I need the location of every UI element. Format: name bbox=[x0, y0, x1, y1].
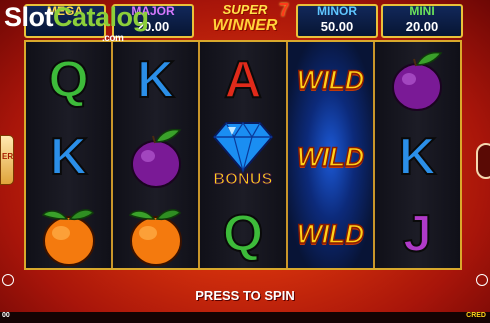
reel-1: QK bbox=[26, 42, 112, 268]
jackpot-mini-value: 20.00 bbox=[405, 19, 439, 34]
symbol-wild: WILD bbox=[288, 119, 373, 195]
symbol-letter-k: K bbox=[375, 119, 460, 195]
bottom-left-text: 00 bbox=[2, 312, 10, 319]
jackpot-mini-name: MINI bbox=[409, 4, 435, 18]
bonus-symbol: BONUS bbox=[200, 119, 285, 195]
watermark-com: .com bbox=[102, 33, 124, 44]
symbol-bonus-diamond: BONUS bbox=[200, 119, 285, 195]
jackpot-mini: MINI 20.00 bbox=[381, 4, 463, 38]
symbol-text: K bbox=[49, 128, 89, 186]
jackpot-minor: MINOR 50.00 bbox=[296, 4, 378, 38]
symbol-letter-q: Q bbox=[26, 42, 111, 118]
wild-label: WILD bbox=[296, 141, 365, 173]
side-feature-badge-text: ER bbox=[2, 152, 14, 161]
symbol-letter-j: J bbox=[375, 196, 460, 272]
reel-4: WILD WILD WILD bbox=[285, 42, 373, 268]
side-spin-button[interactable] bbox=[476, 143, 490, 179]
watermark-catalog: Catalog bbox=[53, 2, 149, 32]
watermark-slot: Slot bbox=[4, 2, 54, 32]
symbol-text: A bbox=[223, 51, 263, 109]
symbol-wild: WILD bbox=[288, 196, 373, 272]
reel-3: A BONUS Q bbox=[198, 42, 286, 268]
symbol-text: Q bbox=[47, 51, 89, 109]
symbol-orange-icon bbox=[113, 196, 198, 272]
game-stage: SlotCatalog .com MEGA MAJOR 20.00 SUPER … bbox=[0, 0, 490, 323]
bonus-label: BONUS bbox=[213, 171, 273, 189]
reel-2: K bbox=[111, 42, 199, 268]
game-logo: SUPER WINNER 7 bbox=[199, 0, 291, 40]
symbol-letter-a: A bbox=[200, 42, 285, 118]
symbol-text: K bbox=[398, 128, 438, 186]
wild-label: WILD bbox=[296, 64, 365, 96]
press-to-spin-bar[interactable]: PRESS TO SPIN bbox=[0, 284, 490, 308]
credit-label: CRED bbox=[466, 312, 486, 319]
bottom-info-bar: 00 CRED bbox=[0, 312, 490, 323]
symbol-wild: WILD bbox=[288, 42, 373, 118]
lucky-seven-icon: 7 bbox=[278, 0, 289, 20]
reel-5: KJ bbox=[372, 42, 461, 268]
press-to-spin-label: PRESS TO SPIN bbox=[195, 288, 295, 303]
wild-label: WILD bbox=[296, 218, 365, 250]
symbol-letter-k: K bbox=[113, 42, 198, 118]
reel-grid: Q K K A BONUS Q WILD WILD WILD K J bbox=[24, 40, 462, 270]
symbol-plum-icon bbox=[113, 119, 198, 195]
symbol-letter-k: K bbox=[26, 119, 111, 195]
symbol-plum-icon bbox=[375, 42, 460, 118]
jackpot-minor-name: MINOR bbox=[317, 4, 357, 18]
symbol-text: Q bbox=[222, 205, 264, 263]
watermark-logo: SlotCatalog .com bbox=[4, 2, 149, 44]
jackpot-minor-value: 50.00 bbox=[320, 19, 354, 34]
side-feature-badge[interactable]: ER bbox=[0, 135, 14, 185]
symbol-letter-q: Q bbox=[200, 196, 285, 272]
symbol-text: J bbox=[402, 205, 433, 263]
symbol-orange-icon bbox=[26, 196, 111, 272]
symbol-text: K bbox=[136, 51, 176, 109]
